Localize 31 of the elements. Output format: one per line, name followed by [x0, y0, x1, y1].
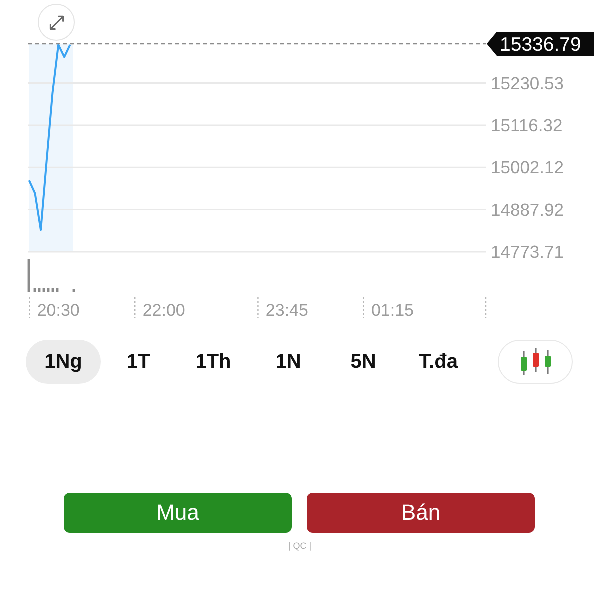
y-axis-label: 15230.53	[491, 73, 564, 94]
x-axis-label: 23:45	[266, 301, 308, 320]
volume-bar	[42, 288, 46, 292]
period-tab[interactable]: 1Th	[176, 340, 251, 384]
chart-type-button[interactable]	[498, 340, 573, 384]
buy-button[interactable]: Mua	[64, 493, 292, 533]
volume-bar	[47, 288, 50, 292]
y-axis-label: 15116.32	[491, 115, 563, 136]
period-tab[interactable]: 1N	[251, 340, 326, 384]
volume-bar	[28, 259, 30, 292]
y-axis-label: 14887.92	[491, 200, 564, 220]
x-axis-label: 20:30	[37, 301, 80, 320]
volume-bar	[38, 288, 41, 292]
volume-bar	[52, 288, 54, 292]
volume-bar	[34, 288, 36, 292]
y-axis-label: 14773.71	[491, 242, 564, 262]
volume-bar	[72, 289, 76, 292]
x-axis-label: 22:00	[142, 301, 186, 320]
candlestick-icon	[518, 347, 552, 377]
price-tag: 15336.79	[487, 32, 594, 56]
period-tab[interactable]: 1T	[101, 340, 176, 384]
period-tab[interactable]: 1Ng	[26, 340, 101, 384]
expand-button[interactable]	[38, 4, 75, 41]
period-tab[interactable]: 5N	[326, 340, 401, 384]
sell-button[interactable]: Bán	[307, 493, 535, 533]
volume-bar	[56, 288, 59, 292]
y-axis-label: 15002.12	[491, 158, 564, 178]
ad-label: | QC |	[287, 541, 313, 551]
expand-icon	[48, 14, 66, 32]
period-tab[interactable]: T.đa	[401, 340, 476, 384]
x-axis-label: 01:15	[371, 301, 414, 320]
